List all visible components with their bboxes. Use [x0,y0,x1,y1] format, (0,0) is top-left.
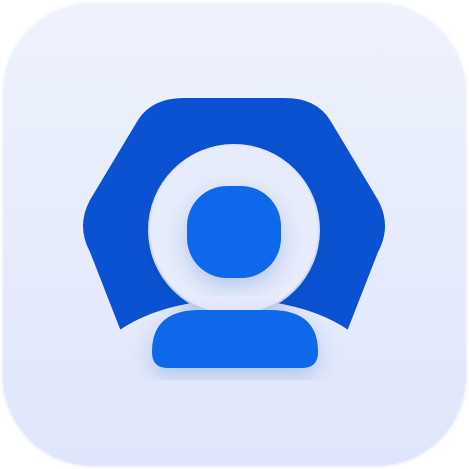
app-icon[interactable] [0,0,469,469]
head-shape [187,186,281,278]
user-avatar-icon [83,98,385,368]
shoulders-shape [152,310,318,368]
